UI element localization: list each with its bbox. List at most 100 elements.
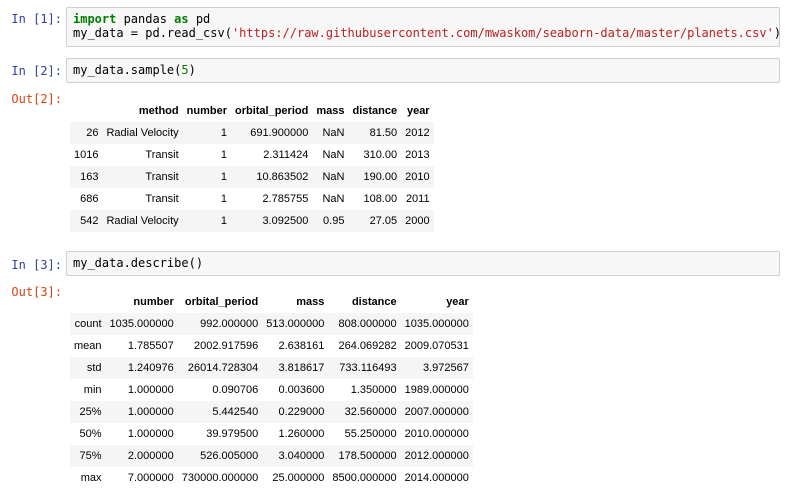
column-header: year <box>446 296 469 308</box>
row-index: 26 <box>86 127 99 139</box>
table-cell: 526.005000 <box>200 450 259 462</box>
code-input-3[interactable]: my_data.describe() <box>66 251 780 276</box>
table-cell: 513.000000 <box>266 318 325 330</box>
table-cell: 1.785507 <box>127 340 174 352</box>
row-index: min <box>83 384 102 396</box>
table-cell: 1.000000 <box>127 406 174 418</box>
table-cell: 1 <box>220 215 227 227</box>
table-cell: 3.092500 <box>262 215 309 227</box>
table-cell: 2.311424 <box>263 149 309 161</box>
table-cell: 2012 <box>405 127 430 139</box>
table-cell: 2.785755 <box>262 193 309 205</box>
table-cell: 2000 <box>405 215 430 227</box>
table-cell: 1 <box>220 193 227 205</box>
table-cell: Radial Velocity <box>106 127 179 139</box>
table-cell: 2009.070531 <box>404 340 469 352</box>
table-cell: 1035.000000 <box>404 318 469 330</box>
code-token-plain: pandas <box>116 12 175 26</box>
table-cell: 27.05 <box>369 215 398 227</box>
table-cell: 1 <box>220 171 227 183</box>
table-cell: 1.350000 <box>350 384 397 396</box>
table-row: 75% 2.000000 526.005000 3.040000 178.500000 2… <box>70 445 473 467</box>
table-cell: 2.638161 <box>278 340 325 352</box>
table-cell: NaN <box>322 149 345 161</box>
code-token-kw: as <box>174 12 189 26</box>
table-cell: 0.090706 <box>212 384 259 396</box>
table-row: 163 Transit 1 10.863502 NaN 190.00 2010 <box>70 166 434 188</box>
code-token-plain: ) <box>188 63 196 77</box>
code-token-plain: ) <box>773 26 782 40</box>
table-cell: 992.000000 <box>200 318 259 330</box>
in-prompt-2: In [2]: <box>11 64 62 78</box>
row-index: mean <box>74 340 102 352</box>
table-cell: 730000.000000 <box>181 472 259 484</box>
table-cell: 808.000000 <box>338 318 397 330</box>
row-index: 542 <box>80 215 99 227</box>
dataframe-sample-table: method number orbital_period mass distance ye… <box>70 100 434 232</box>
table-row: max 7.000000 730000.000000 25.000000 8500.00… <box>70 467 473 489</box>
table-cell: 3.818617 <box>278 362 325 374</box>
table-cell: 0.95 <box>323 215 345 227</box>
table-cell: NaN <box>322 193 345 205</box>
table-row: 686 Transit 1 2.785755 NaN 108.00 2011 <box>70 188 434 210</box>
table-row: count 1035.000000 992.000000 513.000000 808.… <box>70 313 473 335</box>
table-cell: 26014.728304 <box>187 362 259 374</box>
table-cell: 10.863502 <box>256 171 309 183</box>
table-cell: NaN <box>322 171 345 183</box>
table-cell: 2010.000000 <box>404 428 469 440</box>
column-header: distance <box>351 296 397 308</box>
table-row: 542 Radial Velocity 1 3.092500 0.95 27.05 2000 <box>70 210 434 232</box>
column-header: year <box>406 105 430 117</box>
table-cell: 2012.000000 <box>404 450 469 462</box>
in-prompt-1: In [1]: <box>11 12 62 26</box>
table-cell: 0.003600 <box>278 384 325 396</box>
table-cell: 2007.000000 <box>404 406 469 418</box>
column-header: mass <box>296 296 325 308</box>
dataframe-describe-table: number orbital_period mass distance year cou… <box>70 291 473 489</box>
table-row: std 1.240976 26014.728304 3.818617 733.11649… <box>70 357 473 379</box>
table-cell: Transit <box>145 149 179 161</box>
table-cell: Transit <box>145 171 179 183</box>
index-header <box>70 291 106 313</box>
table-row: mean 1.785507 2002.917596 2.638161 264.06928… <box>70 335 473 357</box>
code-input-1[interactable]: import pandas as pd my_data = pd.read_cs… <box>66 7 782 47</box>
table-cell: 1.240976 <box>127 362 174 374</box>
column-header: number <box>186 105 227 117</box>
row-index: 25% <box>79 406 102 418</box>
table-row: min 1.000000 0.090706 0.003600 1.350000 1989.… <box>70 379 473 401</box>
row-index: 163 <box>80 171 99 183</box>
table-cell: 8500.000000 <box>332 472 397 484</box>
table-row: 1016 Transit 1 2.311424 NaN 310.00 2013 <box>70 144 434 166</box>
row-index: 75% <box>79 450 102 462</box>
column-header: orbital_period <box>234 105 309 117</box>
out-prompt-3: Out[3]: <box>11 285 62 299</box>
table-cell: 81.50 <box>369 127 398 139</box>
table-cell: 2002.917596 <box>194 340 259 352</box>
table-cell: 1.260000 <box>278 428 325 440</box>
table-cell: 264.069282 <box>338 340 397 352</box>
row-index: 50% <box>79 428 102 440</box>
table-cell: Transit <box>145 193 179 205</box>
code-input-2[interactable]: my_data.sample(5) <box>66 58 780 83</box>
table-cell: 7.000000 <box>127 472 174 484</box>
table-cell: 178.500000 <box>338 450 397 462</box>
table-cell: Radial Velocity <box>106 215 179 227</box>
table-row: 50% 1.000000 39.979500 1.260000 55.250000 201… <box>70 423 473 445</box>
table-cell: 190.00 <box>363 171 398 183</box>
row-index: 1016 <box>74 149 99 161</box>
code-token-plain: pd.read_csv( <box>138 26 232 40</box>
table-cell: 0.229000 <box>278 406 325 418</box>
column-header: distance <box>352 105 398 117</box>
table-cell: 1989.000000 <box>404 384 469 396</box>
column-header: mass <box>316 105 345 117</box>
row-index: count <box>74 318 102 330</box>
table-cell: 1 <box>220 149 227 161</box>
table-cell: 1.000000 <box>127 428 174 440</box>
column-header: orbital_period <box>184 296 259 308</box>
row-index: std <box>86 362 102 374</box>
table-cell: 2013 <box>405 149 430 161</box>
table-cell: 691.900000 <box>250 127 309 139</box>
column-header: number <box>133 296 174 308</box>
table-cell: NaN <box>322 127 345 139</box>
table-cell: 2014.000000 <box>404 472 469 484</box>
